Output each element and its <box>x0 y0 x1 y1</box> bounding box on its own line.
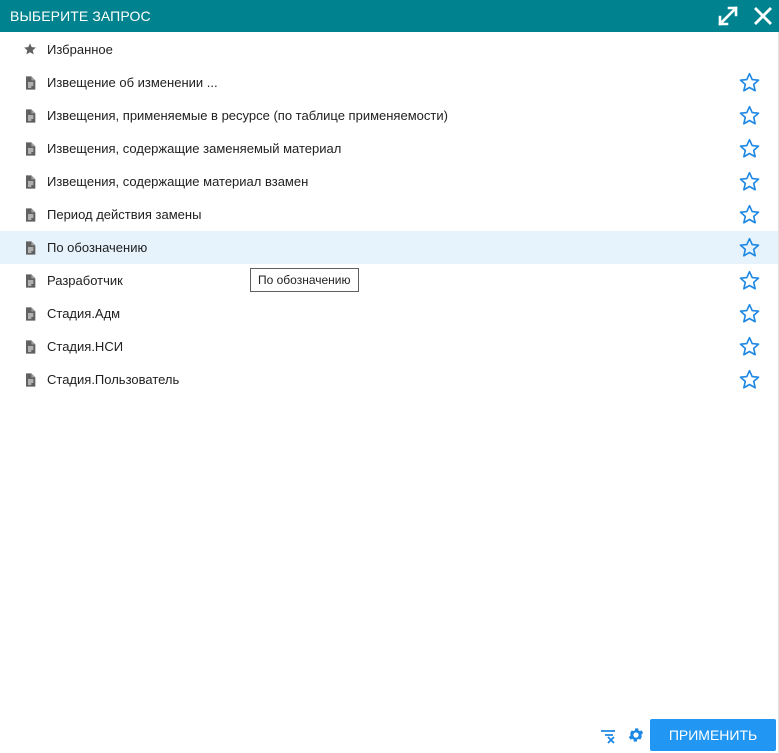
favorite-star-icon[interactable] <box>738 335 761 358</box>
document-icon <box>26 208 36 222</box>
favorites-label: Избранное <box>47 42 113 57</box>
favorite-star-icon[interactable] <box>738 203 761 226</box>
document-icon <box>26 109 36 123</box>
document-icon <box>26 274 36 288</box>
query-row[interactable]: Стадия.НСИ <box>0 330 778 363</box>
query-row[interactable]: Извещения, применяемые в ресурсе (по таб… <box>0 99 778 132</box>
document-icon <box>26 142 36 156</box>
favorite-star-icon[interactable] <box>738 137 761 160</box>
query-label: Стадия.Адм <box>47 306 121 321</box>
dialog-title: ВЫБЕРИТЕ ЗАПРОС <box>10 8 151 24</box>
query-label: Извещения, содержащие материал взамен <box>47 174 309 189</box>
query-label: Период действия замены <box>47 207 202 222</box>
favorites-header: Избранное <box>0 33 778 66</box>
query-list: Избранное Извещение об изменении ... Изве… <box>0 33 778 396</box>
favorite-star-icon[interactable] <box>738 104 761 127</box>
query-label: Стадия.Пользователь <box>47 372 180 387</box>
query-label: Извещение об изменении ... <box>47 75 218 90</box>
query-label: По обозначению <box>47 240 148 255</box>
document-icon <box>26 76 36 90</box>
dialog-titlebar: ВЫБЕРИТЕ ЗАПРОС <box>0 0 779 32</box>
document-icon <box>26 307 36 321</box>
document-icon <box>26 373 36 387</box>
favorite-star-icon[interactable] <box>738 368 761 391</box>
clear-filter-icon[interactable] <box>599 726 617 744</box>
star-filled-icon <box>24 43 36 55</box>
query-row[interactable]: Разработчик <box>0 264 778 297</box>
favorite-star-icon[interactable] <box>738 236 761 259</box>
close-icon[interactable] <box>751 4 775 28</box>
favorite-star-icon[interactable] <box>738 269 761 292</box>
query-row[interactable]: По обозначению <box>0 231 778 264</box>
apply-button[interactable]: ПРИМЕНИТЬ <box>650 719 776 751</box>
query-row[interactable]: Извещения, содержащие материал взамен <box>0 165 778 198</box>
query-label: Разработчик <box>47 273 123 288</box>
favorite-star-icon[interactable] <box>738 170 761 193</box>
favorite-star-icon[interactable] <box>738 302 761 325</box>
expand-icon[interactable] <box>716 4 740 28</box>
document-icon <box>26 175 36 189</box>
query-row[interactable]: Извещение об изменении ... <box>0 66 778 99</box>
document-icon <box>26 340 36 354</box>
query-label: Извещения, применяемые в ресурсе (по таб… <box>47 108 448 123</box>
query-row[interactable]: Стадия.Адм <box>0 297 778 330</box>
query-row[interactable]: Извещения, содержащие заменяемый материа… <box>0 132 778 165</box>
document-icon <box>26 241 36 255</box>
gear-icon[interactable] <box>627 726 645 744</box>
favorite-star-icon[interactable] <box>738 71 761 94</box>
query-label: Стадия.НСИ <box>47 339 124 354</box>
row-tooltip: По обозначению <box>250 268 359 292</box>
query-label: Извещения, содержащие заменяемый материа… <box>47 141 342 156</box>
query-row[interactable]: Период действия замены <box>0 198 778 231</box>
select-query-dialog: ВЫБЕРИТЕ ЗАПРОС Избранное Извещение об и… <box>0 0 779 753</box>
query-row[interactable]: Стадия.Пользователь <box>0 363 778 396</box>
